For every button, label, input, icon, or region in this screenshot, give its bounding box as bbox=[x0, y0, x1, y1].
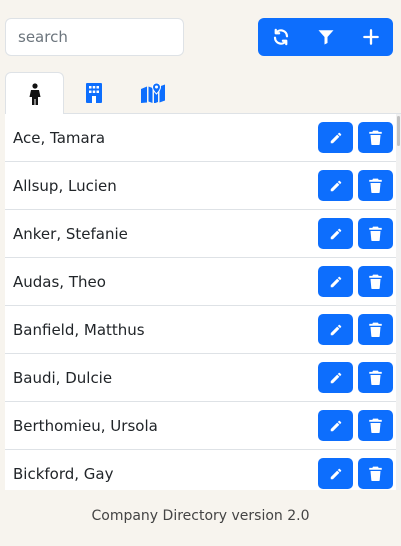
search-input[interactable] bbox=[5, 18, 184, 56]
plus-icon bbox=[362, 29, 379, 45]
tab-people[interactable] bbox=[5, 72, 64, 115]
tab-bar bbox=[5, 72, 401, 115]
tab-departments[interactable] bbox=[64, 72, 123, 114]
delete-button[interactable] bbox=[358, 410, 393, 441]
trash-icon bbox=[369, 274, 382, 289]
delete-button[interactable] bbox=[358, 362, 393, 393]
pencil-icon bbox=[330, 468, 341, 479]
scrollbar-thumb[interactable] bbox=[397, 116, 400, 146]
table-row: Ace, Tamara bbox=[5, 114, 396, 162]
table-row: Allsup, Lucien bbox=[5, 162, 396, 210]
edit-button[interactable] bbox=[318, 458, 353, 489]
delete-button[interactable] bbox=[358, 458, 393, 489]
edit-button[interactable] bbox=[318, 170, 353, 201]
person-name: Audas, Theo bbox=[13, 272, 106, 291]
pencil-icon bbox=[330, 420, 341, 431]
pencil-icon bbox=[330, 132, 341, 143]
table-row: Baudi, Dulcie bbox=[5, 354, 396, 402]
trash-icon bbox=[369, 370, 382, 385]
table-row: Audas, Theo bbox=[5, 258, 396, 306]
table-row: Bickford, Gay bbox=[5, 450, 396, 490]
pencil-icon bbox=[330, 324, 341, 335]
personnel-list: Ace, Tamara Allsup, Lucien Anker, Stefanie… bbox=[5, 114, 396, 490]
map-marker-icon bbox=[140, 83, 165, 103]
pencil-icon bbox=[330, 228, 341, 239]
tab-locations[interactable] bbox=[123, 72, 182, 114]
list-scrollbar[interactable] bbox=[396, 114, 401, 490]
person-icon bbox=[29, 82, 40, 105]
trash-icon bbox=[369, 322, 382, 337]
person-name: Berthomieu, Ursola bbox=[13, 416, 158, 435]
delete-button[interactable] bbox=[358, 314, 393, 345]
person-name: Anker, Stefanie bbox=[13, 224, 128, 243]
edit-button[interactable] bbox=[318, 314, 353, 345]
edit-button[interactable] bbox=[318, 362, 353, 393]
person-name: Ace, Tamara bbox=[13, 128, 106, 147]
person-name: Banfield, Matthus bbox=[13, 320, 145, 339]
delete-button[interactable] bbox=[358, 170, 393, 201]
footer-text: Company Directory version 2.0 bbox=[91, 508, 310, 524]
trash-icon bbox=[369, 466, 382, 481]
trash-icon bbox=[369, 226, 382, 241]
person-name: Bickford, Gay bbox=[13, 464, 114, 483]
table-row: Banfield, Matthus bbox=[5, 306, 396, 354]
edit-button[interactable] bbox=[318, 266, 353, 297]
pencil-icon bbox=[330, 276, 341, 287]
edit-button[interactable] bbox=[318, 122, 353, 153]
filter-icon bbox=[318, 30, 333, 45]
trash-icon bbox=[369, 130, 382, 145]
pencil-icon bbox=[330, 372, 341, 383]
building-icon bbox=[85, 83, 102, 103]
edit-button[interactable] bbox=[318, 410, 353, 441]
delete-button[interactable] bbox=[358, 122, 393, 153]
toolbar-button-group bbox=[258, 18, 393, 56]
person-name: Baudi, Dulcie bbox=[13, 368, 113, 387]
add-button[interactable] bbox=[348, 18, 393, 56]
edit-button[interactable] bbox=[318, 218, 353, 249]
table-row: Berthomieu, Ursola bbox=[5, 402, 396, 450]
refresh-button[interactable] bbox=[258, 18, 303, 56]
delete-button[interactable] bbox=[358, 266, 393, 297]
filter-button[interactable] bbox=[303, 18, 348, 56]
trash-icon bbox=[369, 418, 382, 433]
table-row: Anker, Stefanie bbox=[5, 210, 396, 258]
person-name: Allsup, Lucien bbox=[13, 176, 117, 195]
refresh-icon bbox=[273, 28, 288, 46]
trash-icon bbox=[369, 178, 382, 193]
delete-button[interactable] bbox=[358, 218, 393, 249]
pencil-icon bbox=[330, 180, 341, 191]
